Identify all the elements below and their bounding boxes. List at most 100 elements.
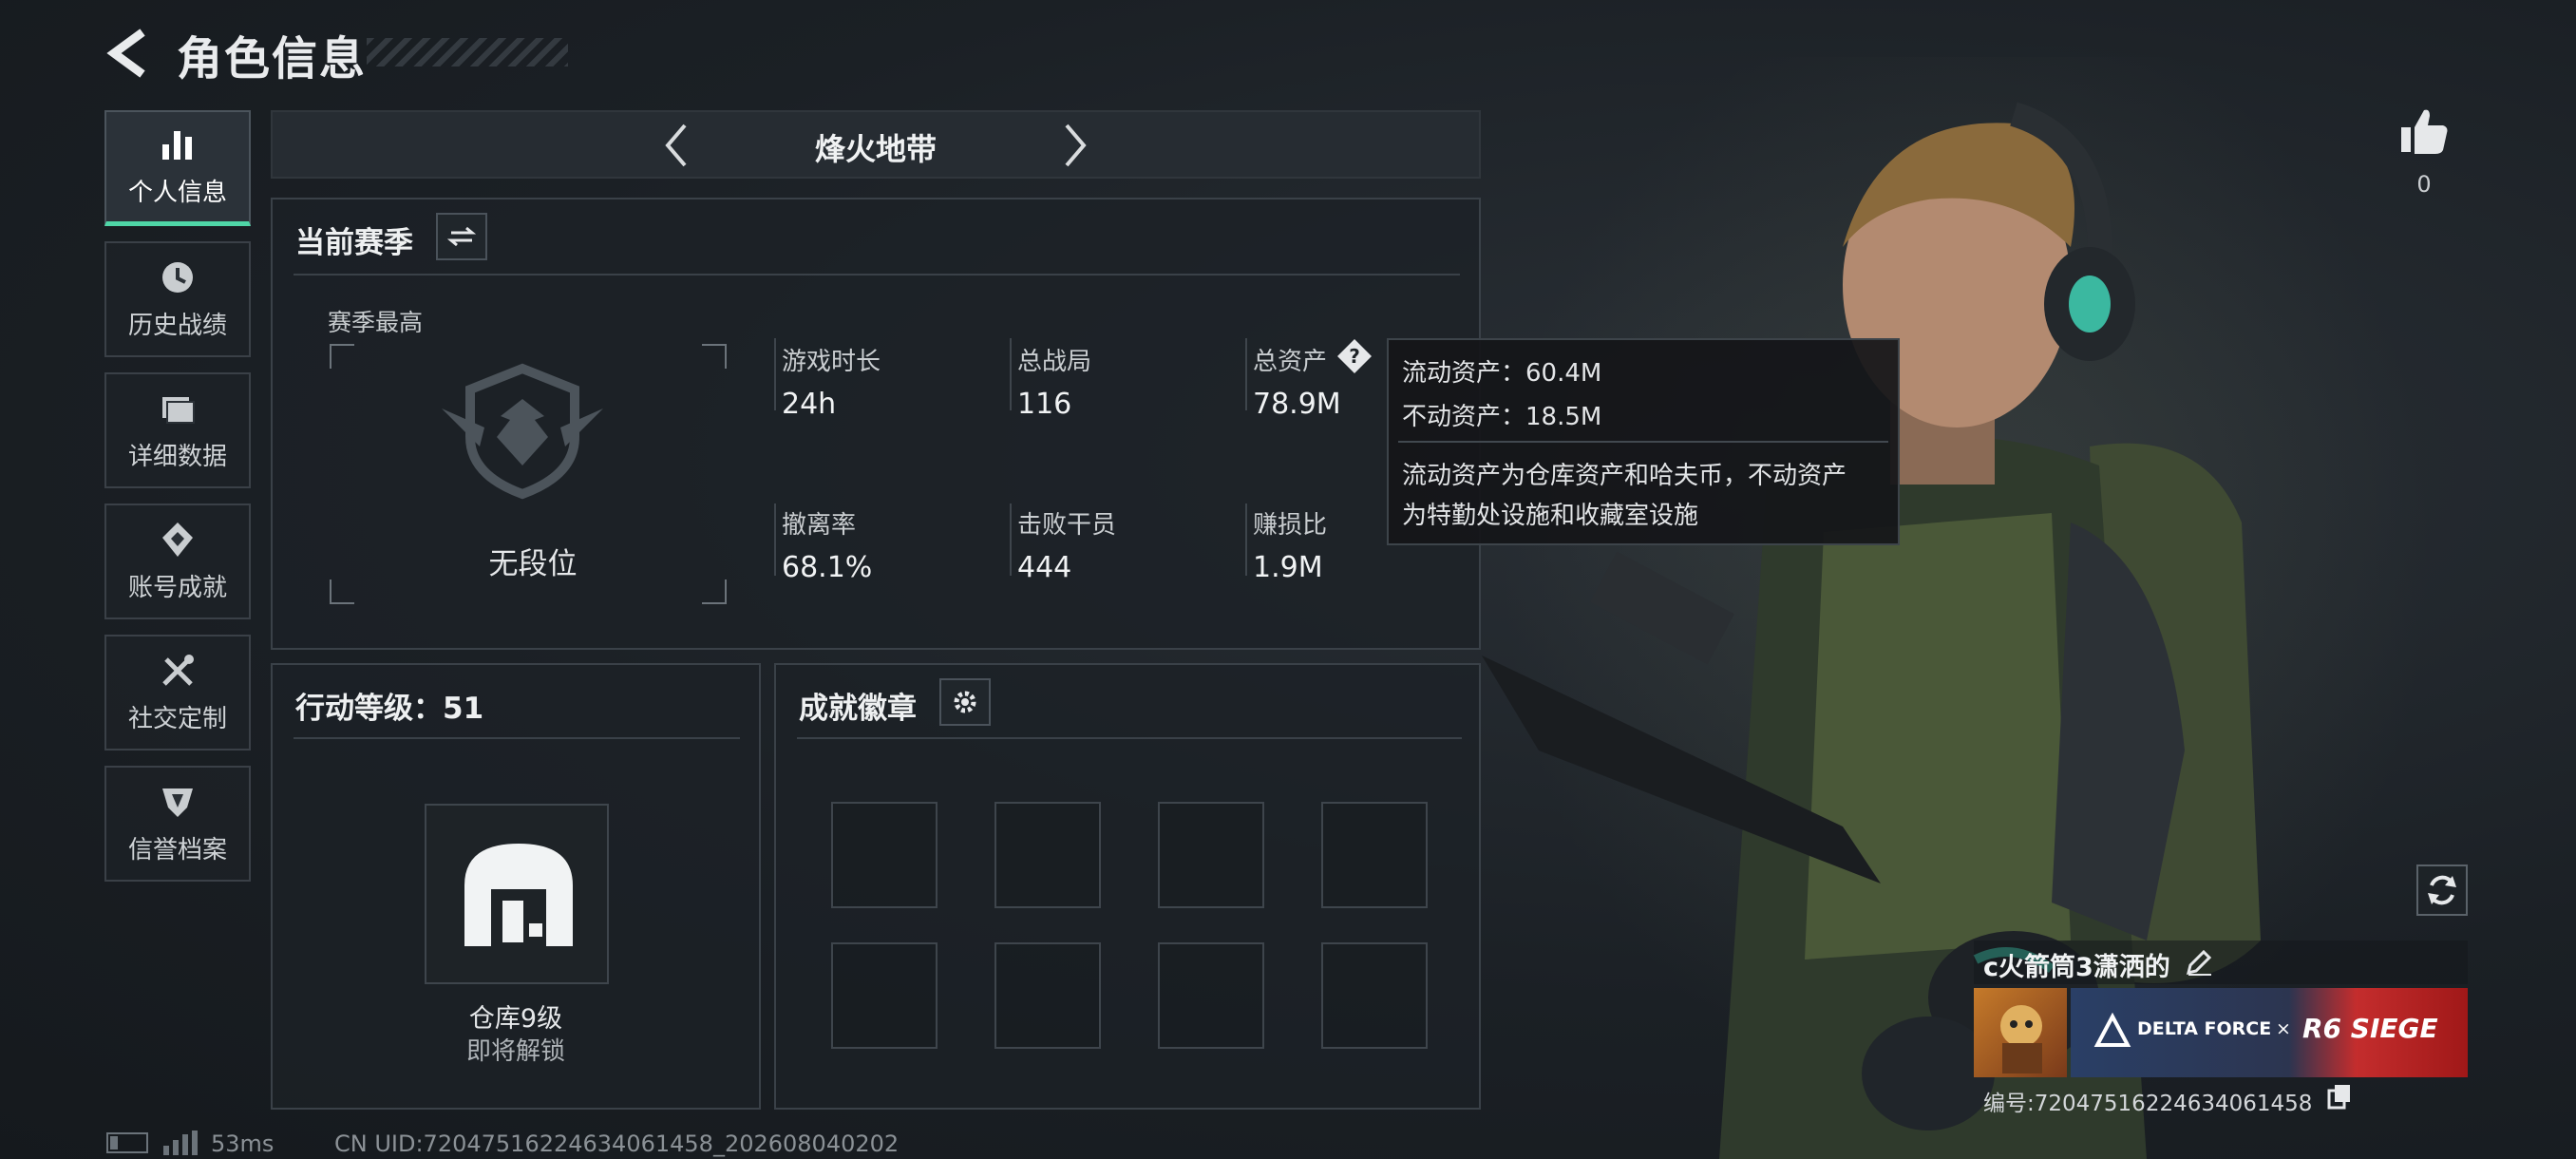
thumbs-up-icon bbox=[2401, 109, 2448, 154]
badge-slot[interactable] bbox=[1321, 802, 1428, 908]
rank-text: 无段位 bbox=[488, 547, 578, 581]
mode-next-button[interactable] bbox=[1042, 112, 1108, 179]
stat-value-total-matches: 116 bbox=[1017, 388, 1072, 421]
stat-divider bbox=[1245, 338, 1247, 410]
stat-value-total-assets: 78.9M bbox=[1253, 388, 1341, 421]
badge-slot[interactable] bbox=[994, 802, 1101, 908]
nav-label: 个人信息 bbox=[127, 179, 227, 207]
divider bbox=[1398, 441, 1888, 443]
mode-name: 烽火地带 bbox=[814, 131, 937, 167]
tooltip-note-line2: 为特勤处设施和收藏室设施 bbox=[1402, 502, 1699, 530]
tooltip-fixed-assets: 不动资产：18.5M bbox=[1402, 403, 1602, 431]
back-button[interactable] bbox=[103, 25, 160, 82]
warehouse-icon bbox=[464, 844, 573, 946]
banner-x: × bbox=[2276, 1018, 2291, 1039]
badge-slot[interactable] bbox=[831, 942, 938, 1049]
reputation-shield-icon bbox=[157, 783, 199, 821]
frame-corner bbox=[330, 344, 354, 369]
rotate-character-button[interactable] bbox=[2416, 864, 2468, 916]
nav-label: 账号成就 bbox=[127, 573, 227, 602]
achievement-diamond-icon bbox=[157, 521, 199, 559]
nav-item-reputation-record[interactable]: 信誉档案 bbox=[104, 766, 251, 882]
stat-value-profit-loss: 1.9M bbox=[1253, 551, 1323, 584]
unlock-status: 即将解锁 bbox=[465, 1037, 565, 1066]
season-panel: 当前赛季 赛季最高 无段位 游戏时长 24h 总战局 116 总资产 ? 78.… bbox=[271, 198, 1481, 650]
stat-label-extract-rate: 撤离率 bbox=[782, 511, 857, 540]
badge-settings-button[interactable] bbox=[939, 678, 991, 726]
question-diamond-icon: ? bbox=[1337, 339, 1372, 373]
player-name: c火箭筒3潇洒的 bbox=[1983, 953, 2170, 982]
frame-corner bbox=[702, 344, 727, 369]
mode-switcher: 烽火地带 bbox=[271, 110, 1481, 179]
badge-slot[interactable] bbox=[994, 942, 1101, 1049]
nav-label: 社交定制 bbox=[127, 704, 227, 733]
nav-item-account-achievements[interactable]: 账号成就 bbox=[104, 504, 251, 619]
battery-icon bbox=[106, 1132, 148, 1153]
action-level-panel: 行动等级：51 仓库9级 即将解锁 bbox=[271, 663, 761, 1110]
chevron-right-icon bbox=[1065, 124, 1087, 167]
badges-panel: 成就徽章 bbox=[774, 663, 1481, 1110]
tools-icon bbox=[157, 652, 199, 690]
stat-value-extract-rate: 68.1% bbox=[782, 551, 873, 584]
assets-tooltip: 流动资产：60.4M 不动资产：18.5M 流动资产为仓库资产和哈夫币，不动资产… bbox=[1387, 338, 1900, 545]
nav-label: 详细数据 bbox=[127, 442, 227, 471]
nav-label: 历史战绩 bbox=[127, 311, 227, 340]
tooltip-liquid-assets: 流动资产：60.4M bbox=[1402, 359, 1602, 388]
badge-slot[interactable] bbox=[1321, 942, 1428, 1049]
nav-item-detailed-data[interactable]: 详细数据 bbox=[104, 372, 251, 488]
badge-slot[interactable] bbox=[831, 802, 938, 908]
stat-label-total-matches: 总战局 bbox=[1017, 348, 1092, 376]
divider bbox=[294, 737, 740, 739]
badges-title: 成就徽章 bbox=[799, 692, 917, 726]
nav-item-personal-info[interactable]: 个人信息 bbox=[104, 110, 251, 226]
player-name-bar: c火箭筒3潇洒的 bbox=[1974, 940, 2468, 984]
nav-item-match-history[interactable]: 历史战绩 bbox=[104, 241, 251, 357]
frame-corner bbox=[702, 580, 727, 604]
player-banner[interactable]: DELTA FORCE × R6 SIEGE bbox=[1974, 988, 2468, 1077]
avatar-character-icon bbox=[2000, 1005, 2042, 1074]
stat-divider bbox=[1245, 504, 1247, 576]
uid-text: CN UID:72047516224634061458_202608040202 bbox=[334, 1130, 900, 1157]
pencil-icon bbox=[2186, 949, 2212, 976]
season-best-label: 赛季最高 bbox=[328, 309, 424, 336]
assets-help-button[interactable]: ? bbox=[1336, 338, 1373, 374]
page-title: 角色信息 bbox=[177, 32, 368, 86]
warehouse-unlock-card[interactable] bbox=[425, 804, 609, 984]
stat-divider bbox=[774, 338, 776, 410]
back-arrow-icon bbox=[106, 28, 145, 78]
stat-label-operators-defeated: 击败干员 bbox=[1017, 511, 1117, 540]
like-count: 0 bbox=[2416, 171, 2432, 198]
nav-label: 信誉档案 bbox=[127, 835, 227, 864]
stat-label-profit-loss: 赚损比 bbox=[1253, 511, 1328, 540]
banner-brand-right: R6 SIEGE bbox=[2302, 1013, 2438, 1044]
rank-emblem-icon bbox=[432, 361, 613, 507]
stat-divider bbox=[774, 504, 776, 576]
stat-label-total-assets: 总资产 bbox=[1253, 348, 1328, 376]
edit-name-button[interactable] bbox=[2185, 948, 2213, 977]
signal-icon bbox=[163, 1130, 198, 1155]
season-title: 当前赛季 bbox=[295, 226, 413, 260]
badge-slot[interactable] bbox=[1158, 942, 1264, 1049]
svg-text:?: ? bbox=[1349, 345, 1360, 368]
frame-corner bbox=[330, 580, 354, 604]
like-button[interactable] bbox=[2397, 104, 2451, 158]
nav-item-social-customization[interactable]: 社交定制 bbox=[104, 635, 251, 750]
swap-arrows-icon bbox=[447, 226, 476, 247]
stat-value-operators-defeated: 444 bbox=[1017, 551, 1072, 584]
divider bbox=[294, 274, 1460, 276]
season-switch-button[interactable] bbox=[436, 213, 487, 260]
unlock-name: 仓库9级 bbox=[468, 1004, 563, 1034]
history-clock-icon bbox=[157, 258, 199, 296]
banner-brand-left: DELTA FORCE bbox=[2137, 1018, 2272, 1039]
tooltip-note-line1: 流动资产为仓库资产和哈夫币，不动资产 bbox=[1402, 462, 1847, 490]
copy-icon bbox=[2327, 1085, 2350, 1110]
player-avatar bbox=[1974, 988, 2067, 1077]
title-decoration bbox=[367, 38, 568, 66]
copy-id-button[interactable] bbox=[2325, 1083, 2354, 1112]
badge-slot[interactable] bbox=[1158, 802, 1264, 908]
folder-data-icon bbox=[157, 390, 199, 428]
delta-force-logo-icon bbox=[2093, 1012, 2131, 1051]
stat-label-playtime: 游戏时长 bbox=[782, 348, 881, 376]
stat-value-playtime: 24h bbox=[782, 388, 837, 421]
ping-text: 53ms bbox=[211, 1130, 275, 1157]
